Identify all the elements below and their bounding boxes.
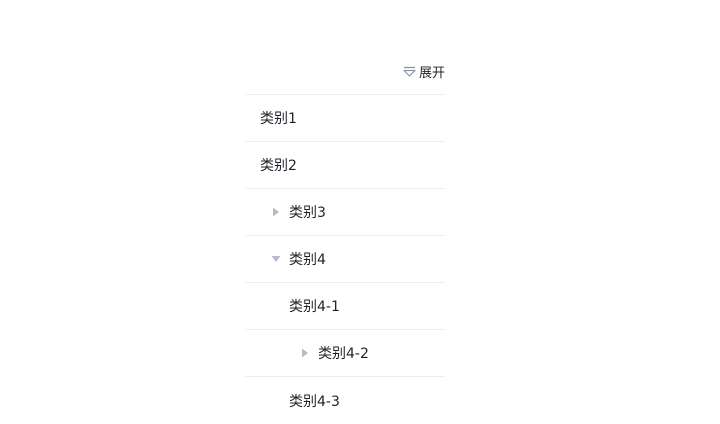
tree-item-category-2[interactable]: 类别2 [245,142,445,189]
tree-item-label: 类别4-2 [318,346,369,362]
tree-item-label: 类别3 [289,205,326,221]
tree-item-label: 类别4-1 [289,299,340,315]
expand-all-button[interactable]: 展开 [245,48,445,95]
caret-right-icon[interactable] [268,204,284,220]
expand-all-label: 展开 [418,65,445,81]
tree-item-category-4-3[interactable]: 类别4-3 [245,377,445,424]
tree-item-category-1[interactable]: 类别1 [245,95,445,142]
expand-all-icon [403,65,416,78]
tree-item-category-4-1[interactable]: 类别4-1 [245,283,445,330]
tree-item-label: 类别2 [260,158,297,174]
tree-item-label: 类别4 [289,252,326,268]
tree-item-category-4-2[interactable]: 类别4-2 [245,330,445,377]
tree-item-category-3[interactable]: 类别3 [245,189,445,236]
category-tree: 类别1 类别2 类别3 类别4 类别4-1 类别4-2 类别4-3 [245,95,445,424]
tree-panel: 展开 类别1 类别2 类别3 类别4 类别4-1 类别4-2 类别4-3 [245,48,445,424]
caret-right-icon[interactable] [297,345,313,361]
tree-item-label: 类别1 [260,111,297,127]
caret-down-icon[interactable] [268,251,284,267]
tree-item-category-4[interactable]: 类别4 [245,236,445,283]
tree-item-label: 类别4-3 [289,393,340,410]
